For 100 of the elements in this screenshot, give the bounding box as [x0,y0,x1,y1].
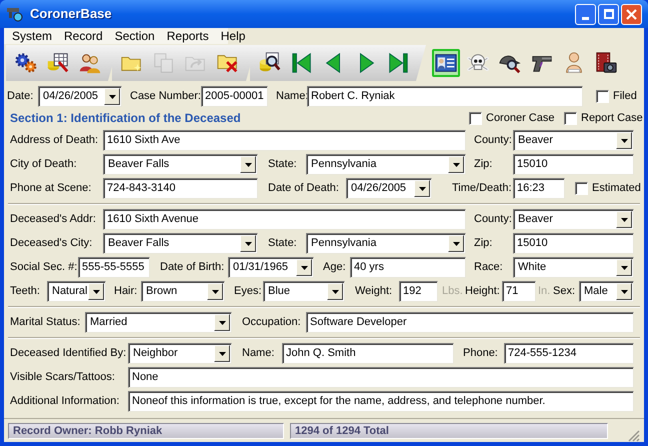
dropdown-button[interactable] [448,235,464,252]
menu-item[interactable]: Record [58,28,109,44]
gears-icon [14,51,38,75]
text-field[interactable]: Robert C. Ryniak [307,86,583,107]
combo-box[interactable]: Male [579,281,634,302]
text-field[interactable]: 2005-00001 [201,86,268,107]
text-field[interactable]: Noneof this information is true, except for the name, address, and telephone number. [128,391,634,412]
dropdown-button[interactable] [104,88,120,105]
caret-icon [620,218,628,222]
menu-item[interactable]: System [6,28,58,44]
status-panel: 1294 of 1294 Total [290,422,608,438]
caret-icon [620,138,628,142]
dropdown-button[interactable] [616,132,632,149]
text-field[interactable]: 1610 Sixth Avenue [103,209,466,230]
caret-icon [108,94,116,98]
text-field[interactable]: 724-555-1234 [504,343,634,364]
field-label: Deceased Identified By: [10,347,126,360]
maximize-button[interactable] [598,4,619,24]
combo-box[interactable]: Neighbor [128,343,232,364]
field-label: Race: [474,261,503,274]
field-label: County: [474,213,512,226]
dropdown-button[interactable] [296,259,312,276]
dropdown-button[interactable] [240,156,256,173]
combo-box[interactable]: Beaver Falls [103,154,258,175]
combo-box[interactable]: Brown [141,281,225,302]
combo-box[interactable]: Pennsylvania [306,233,466,254]
section-title: Section 1: Identification of the Deceased [10,111,241,126]
field-label: Date: [7,90,34,102]
people-icon [78,51,102,75]
text-field[interactable]: 192 [399,281,438,302]
menu-item[interactable]: Section [108,28,161,44]
combo-box[interactable]: 04/26/2005 [38,86,122,107]
checkbox-label: Coroner Case [486,111,554,126]
dropdown-button[interactable] [214,345,230,362]
caret-icon [620,290,628,294]
combo-box[interactable]: Natural [47,281,106,302]
unit-label: Lbs. [442,285,463,298]
dropdown-button[interactable] [327,283,343,300]
text-field[interactable]: 1610 Sixth Ave [103,130,466,151]
text-field[interactable]: 15010 [513,233,634,254]
caret-icon [92,290,100,294]
checkbox[interactable] [564,112,577,125]
toolbar-button[interactable] [432,49,460,77]
caret-icon [332,290,338,294]
text-field[interactable]: 555-55-5555 [78,257,150,278]
menu-item[interactable]: Reports [160,28,215,44]
caret-icon [244,162,252,166]
status-panel: Record Owner: Robb Ryniak [8,422,284,438]
checkbox[interactable] [575,182,588,195]
combo-box[interactable]: 04/26/2005 [346,178,432,199]
close-button[interactable] [621,4,642,24]
combo-box[interactable]: White [513,257,634,278]
caret-icon [212,290,218,294]
field-label: County: [474,134,512,146]
menu-item[interactable]: Help [214,28,252,44]
field-label: State: [268,158,297,170]
text-field[interactable]: 15010 [513,154,634,175]
text-field[interactable]: 16:23 [513,178,565,199]
text-field[interactable]: Software Developer [306,312,634,333]
combo-box[interactable]: Beaver [513,130,634,151]
text-field[interactable]: 40 yrs [350,257,466,278]
first-icon [290,51,314,75]
dropdown-button[interactable] [414,180,430,197]
field-label: State: [268,237,297,250]
dropdown-button[interactable] [88,283,104,300]
field-label: Zip: [474,158,492,170]
field-label: Phone: [463,347,498,360]
field-label: Time/Death: [452,182,512,194]
dropdown-button[interactable] [214,314,230,331]
dropdown-button[interactable] [616,259,632,276]
dropdown-button[interactable] [448,156,464,173]
dropdown-button[interactable] [207,283,223,300]
field-label: Social Sec. #: [10,261,78,274]
text-field[interactable]: 724-843-3140 [103,178,258,199]
caret-icon [244,242,252,246]
dropdown-button[interactable] [240,235,256,252]
combo-box[interactable]: Beaver Falls [103,233,258,254]
app-logo-icon [6,6,24,22]
checkbox[interactable] [469,112,482,125]
combo-box[interactable]: 01/31/1965 [228,257,314,278]
dropdown-button[interactable] [616,211,632,228]
text-field[interactable]: John Q. Smith [282,343,454,364]
close-icon [626,8,637,20]
resize-grip-icon [626,428,640,442]
field-label: Date of Birth: [160,261,224,274]
combo-box[interactable]: Blue [263,281,345,302]
combo-box[interactable]: Beaver [513,209,634,230]
field-label: Deceased's City: [10,237,92,250]
copy-icon [152,51,176,75]
caret-icon [452,162,460,166]
field-label: Zip: [474,237,492,250]
combo-box[interactable]: Pennsylvania [306,154,466,175]
minimize-button[interactable] [575,4,596,24]
dropdown-button[interactable] [616,283,632,300]
id-card-icon [434,51,458,75]
text-field[interactable]: None [128,367,634,388]
combo-box[interactable]: Married [85,312,232,333]
field-label: Phone at Scene: [10,182,92,194]
text-field[interactable]: 71 [502,281,536,302]
checkbox[interactable] [596,90,609,103]
